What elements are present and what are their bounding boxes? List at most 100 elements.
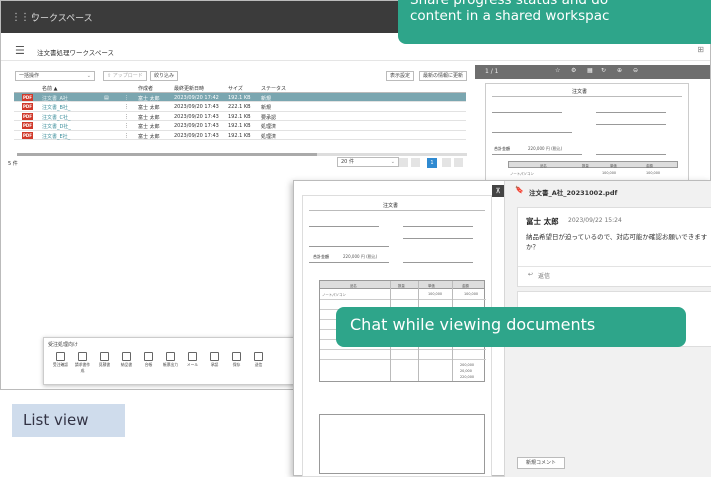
doc-row1-item: ノートパソコン [322, 293, 346, 297]
pdf-file-icon: PDF [22, 122, 33, 129]
display-settings-button[interactable]: 表示設定 [386, 71, 415, 81]
pdf-file-icon: PDF [22, 93, 33, 101]
window-title: ワークスペース [31, 14, 93, 24]
apps-icon[interactable]: ⊞ [697, 45, 704, 54]
action-panel-title: 受注処理向け [48, 342, 79, 348]
preview-row1-amount: 100,000 [646, 171, 661, 175]
col-status[interactable]: ステータス [261, 85, 286, 92]
table-row[interactable]: PDF 注文書_B社_ ⋮ 富士 太郎 2023/09/20 17:43 222… [14, 102, 466, 112]
pdf-file-icon: PDF [22, 131, 33, 139]
gear-icon[interactable]: ⚙ [571, 67, 576, 74]
author: 富士 太郎 [138, 133, 160, 140]
col-author[interactable]: 作成者 [138, 85, 153, 92]
doc-subtotal: 200,000 [460, 363, 475, 367]
file-name[interactable]: 注文書_C社_ [42, 114, 71, 121]
preview-col-item: 品名 [540, 164, 547, 168]
horizontal-scrollbar[interactable] [17, 153, 467, 156]
col-updated[interactable]: 最終更新日時 [174, 85, 204, 92]
workspace-header: ☰ 注文書処理ワークスペース ⊞ [1, 41, 710, 61]
status: 新規 [261, 105, 272, 111]
size: 192.1 KB [228, 132, 251, 139]
callout-share-line2: content in a shared workspac [410, 8, 610, 24]
size: 222.1 KB [228, 104, 251, 110]
doc-notes-box [319, 414, 485, 474]
chevron-down-icon: ⌄ [390, 159, 395, 165]
prev-page-button[interactable] [411, 158, 420, 167]
preview-col-price: 単価 [610, 164, 617, 168]
message-time: 2023/09/22 15:24 [568, 217, 622, 224]
message-author: 富士 太郎 [526, 217, 559, 226]
author: 富士 太郎 [138, 105, 160, 111]
table-row[interactable]: PDF 注文書_D社_ ⋮ 富士 太郎 2023/09/20 17:43 192… [14, 121, 466, 131]
star-icon[interactable]: ☆ [555, 67, 560, 74]
action-item[interactable]: 保存 [228, 352, 245, 368]
page-number[interactable]: 1 [427, 158, 437, 168]
upload-label: アップロード [112, 73, 143, 79]
bookmark-icon[interactable]: 🔖 [515, 186, 524, 194]
zoom-out-icon[interactable]: ⊖ [633, 67, 638, 74]
preview-col-qty: 数量 [582, 164, 589, 168]
list-view-label: List view [12, 404, 125, 437]
row-menu-icon[interactable]: ⋮ [124, 95, 129, 101]
table-row[interactable]: PDF 注文書_C社_ ⋮ 富士 太郎 2023/09/20 17:43 192… [14, 112, 466, 121]
upload-button[interactable]: ⇪ アップロード [103, 71, 147, 81]
updated: 2023/09/20 17:43 [174, 132, 219, 139]
new-comment-button[interactable]: 新規コメント [517, 457, 565, 469]
page-indicator-icon: 1 / 1 [485, 68, 499, 75]
page-size-select[interactable]: 20 件 ⌄ [337, 157, 399, 167]
chat-message-card: 富士 太郎 2023/09/22 15:24 納品希望日が迫っているので、対応可… [517, 207, 711, 287]
action-item[interactable]: メール [184, 352, 201, 368]
preview-total-value: 220,000 円 (税込) [528, 146, 563, 151]
author: 富士 太郎 [138, 114, 160, 121]
reply-button[interactable]: 返信 [538, 271, 550, 280]
updated: 2023/09/20 17:43 [174, 123, 219, 129]
hamburger-menu-icon[interactable]: ☰ [15, 44, 25, 57]
bulk-action-select[interactable]: 一括操作 ⌄ [15, 71, 95, 81]
reply-icon[interactable]: ↩ [528, 271, 533, 278]
preview-document: 注文書 合計金額 220,000 円 (税込) 品名 数量 単価 金額 ノートパ… [485, 83, 689, 183]
refresh-button[interactable]: 最新の情報に更新 [419, 71, 468, 81]
preview-doc-heading: 注文書 [572, 89, 588, 95]
doc-heading: 注文書 [383, 203, 399, 209]
action-item[interactable]: 受注確認 [52, 352, 69, 368]
table-row[interactable]: PDF 注文書_E社_ ⋮ 富士 太郎 2023/09/20 17:43 192… [14, 131, 466, 140]
preview-toolbar: 1 / 1 ☆ ⚙ ▦ ↻ ⊕ ⊖ [475, 65, 710, 79]
file-name[interactable]: 注文書_E社_ [42, 133, 70, 140]
status: 処理済 [261, 124, 277, 130]
pdf-file-icon: PDF [22, 103, 33, 110]
row-menu-icon[interactable]: ⋮ [124, 104, 129, 110]
row-menu-icon[interactable]: ⋮ [124, 123, 129, 129]
file-name[interactable]: 注文書_D社_ [42, 123, 71, 130]
comment-icon[interactable]: ▤ [104, 95, 109, 101]
grid-icon[interactable]: ▦ [587, 67, 593, 74]
updated: 2023/09/20 17:43 [174, 113, 219, 120]
zoom-in-icon[interactable]: ⊕ [617, 67, 622, 74]
filter-button[interactable]: 絞り込み [150, 71, 179, 81]
row-menu-icon[interactable]: ⋮ [124, 114, 129, 120]
preview-col-amount: 金額 [646, 164, 653, 168]
file-name[interactable]: 注文書_A社_ [42, 95, 70, 102]
item-count: 5 件 [8, 161, 18, 167]
row-menu-icon[interactable]: ⋮ [124, 133, 129, 139]
action-item[interactable]: 納品書 [118, 352, 135, 368]
action-item[interactable]: 見積書 [96, 352, 113, 368]
status: 新規 [261, 95, 272, 102]
last-page-button[interactable] [454, 158, 463, 167]
col-name[interactable]: 名前 ▲ [42, 85, 57, 92]
first-page-button[interactable] [399, 158, 408, 167]
author: 富士 太郎 [138, 95, 160, 102]
preview-total-label: 合計金額 [494, 146, 510, 151]
pin-icon[interactable]: ⊼ [492, 185, 504, 197]
action-item[interactable]: 送信 [250, 352, 267, 368]
col-size[interactable]: サイズ [228, 85, 243, 92]
file-table: 名前 ▲ 作成者 最終更新日時 サイズ ステータス PDF 注文書_A社_ ▤ … [14, 83, 466, 140]
next-page-button[interactable] [442, 158, 451, 167]
action-item[interactable]: 承認 [206, 352, 223, 368]
table-row[interactable]: PDF 注文書_A社_ ▤ ⋮ 富士 太郎 2023/09/20 17:42 1… [14, 92, 466, 102]
rotate-icon[interactable]: ↻ [601, 67, 606, 74]
file-name[interactable]: 注文書_B社_ [42, 104, 70, 111]
action-item[interactable]: 請求書作成 [74, 352, 91, 374]
action-item[interactable]: 台帳 [140, 352, 157, 368]
display-settings-label: 表示設定 [390, 73, 411, 79]
action-item[interactable]: 帳票出力 [162, 352, 179, 368]
